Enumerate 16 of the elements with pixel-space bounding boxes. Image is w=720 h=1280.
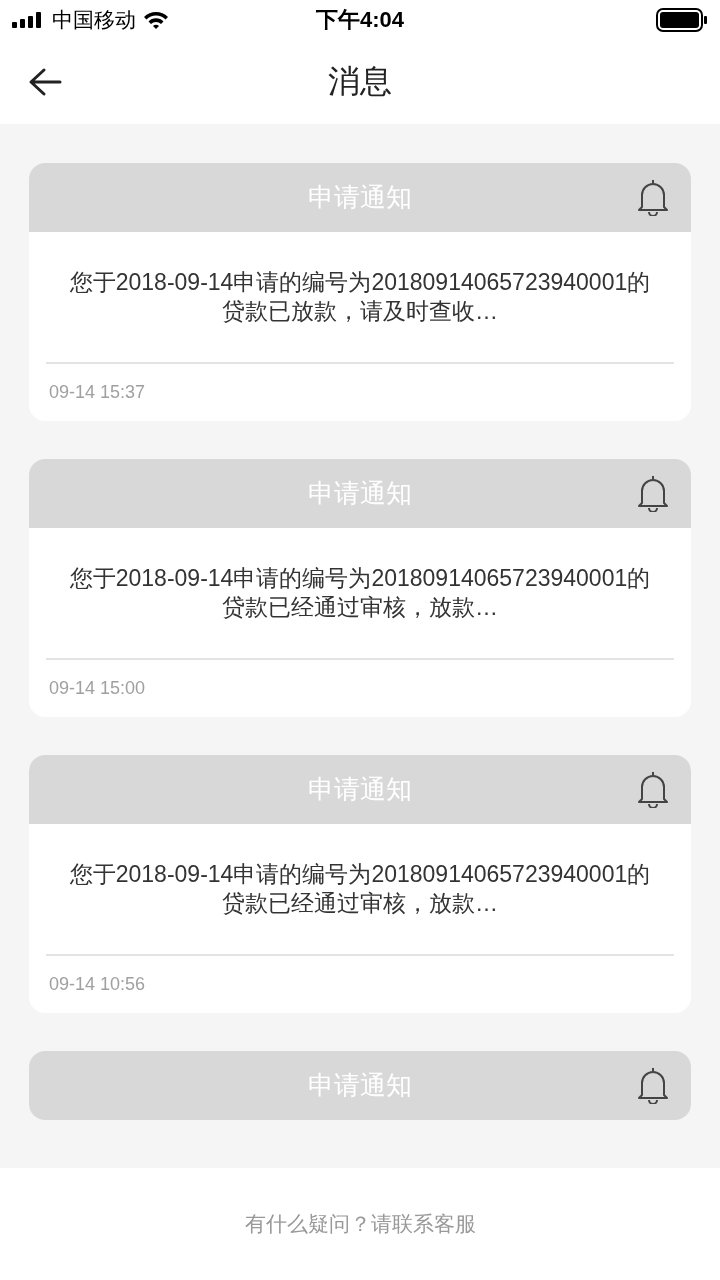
bell-icon — [637, 178, 669, 216]
status-time: 下午4:04 — [314, 6, 405, 34]
message-text: 您于2018-09-14申请的编号为20180914065723940001的贷款已放款，请及时查收… — [68, 268, 652, 326]
back-arrow-icon[interactable] — [28, 67, 62, 97]
wifi-icon — [142, 10, 170, 30]
bell-icon — [637, 770, 669, 808]
battery-icon — [656, 8, 708, 32]
carrier-name: 中国移动 — [52, 7, 136, 33]
message-time: 09-14 10:56 — [49, 974, 146, 995]
message-text: 您于2018-09-14申请的编号为20180914065723940001的贷款已经通过审核，放款… — [68, 860, 652, 918]
bell-icon — [637, 1066, 669, 1104]
message-time: 09-14 15:37 — [49, 382, 146, 403]
message-text: 您于2018-09-14申请的编号为20180914065723940001的贷款已经通过审核，放款… — [68, 564, 652, 622]
message-time: 09-14 15:00 — [49, 678, 146, 699]
bell-icon — [637, 474, 669, 512]
page-title: 消息 — [328, 62, 392, 101]
